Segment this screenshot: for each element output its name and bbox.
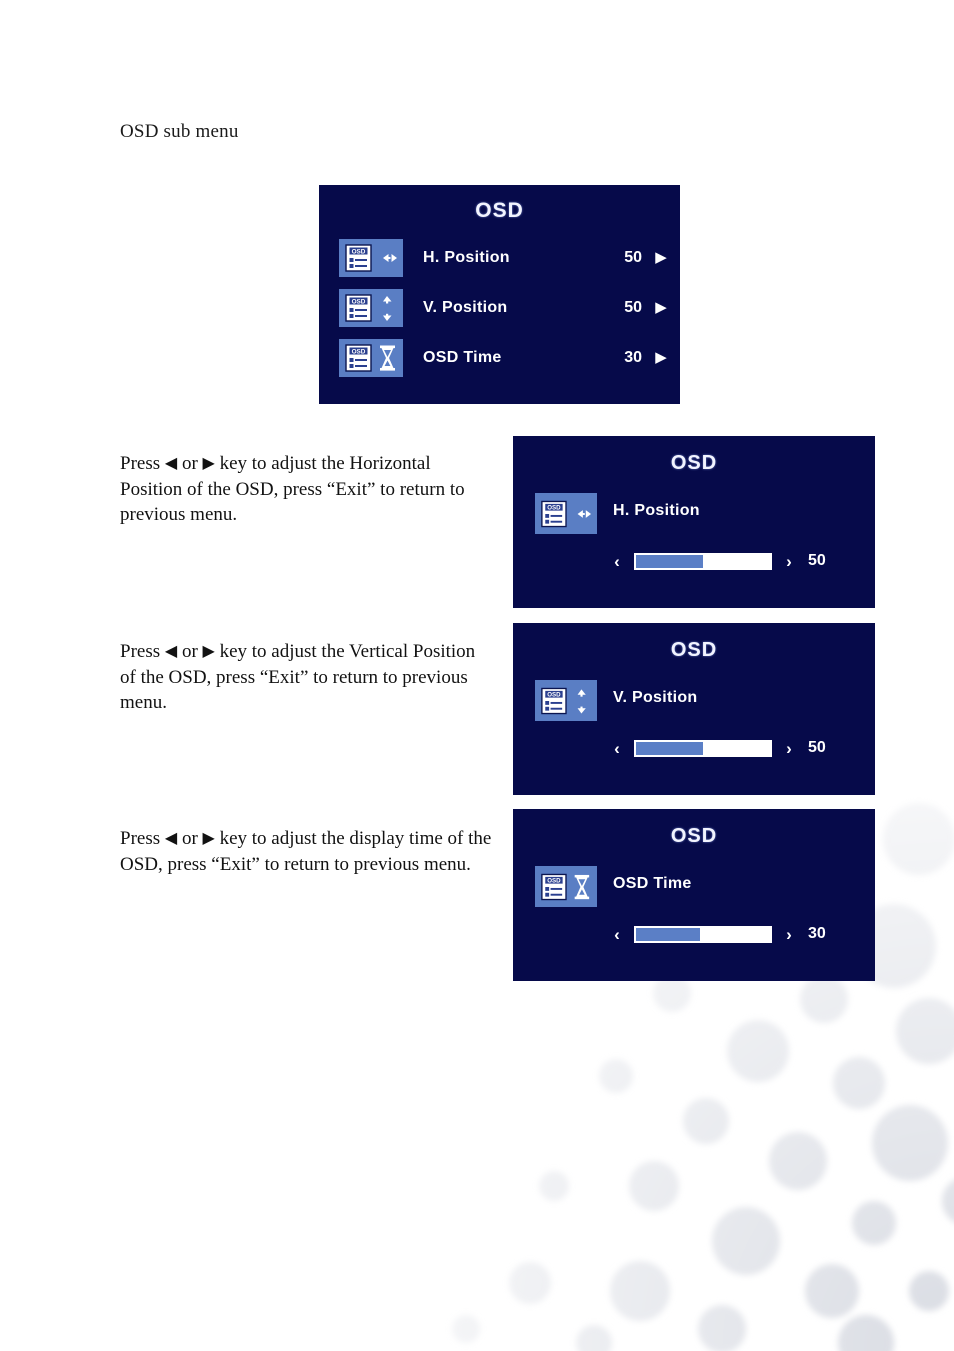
instruction-prefix: Press <box>120 453 165 474</box>
slider-fill <box>636 741 703 755</box>
chevron-right-icon[interactable]: ▶ <box>642 350 680 366</box>
menu-row-v-position[interactable]: OSD V. Position 50 ▶ <box>319 286 680 330</box>
osd-time-slider[interactable] <box>634 925 772 943</box>
h-position-value: 50 <box>808 552 826 569</box>
chevron-right-icon[interactable]: › <box>781 740 797 757</box>
chevron-left-icon[interactable]: ‹ <box>609 740 625 757</box>
menu-row-osd-time[interactable]: OSD OSD Time 30 ▶ <box>319 336 680 380</box>
left-arrow-glyph: ◀ <box>164 830 178 847</box>
chevron-left-icon[interactable]: ‹ <box>609 553 625 570</box>
svg-text:OSD: OSD <box>352 349 366 356</box>
svg-text:OSD: OSD <box>547 877 561 884</box>
menu-label-v-position: V. Position <box>423 299 508 316</box>
right-arrow-glyph: ▶ <box>202 643 215 660</box>
left-arrow-glyph: ◀ <box>164 643 178 660</box>
chevron-left-icon[interactable]: ‹ <box>609 926 625 943</box>
osd-vertical-position-icon: OSD <box>339 289 403 327</box>
v-position-slider-row[interactable]: ‹ › 50 <box>609 739 832 757</box>
osd-panel-label: V. Position <box>613 689 698 706</box>
osd-time-panel: OSD OSD OSD Time ‹ › 30 <box>513 809 875 981</box>
osd-horizontal-position-icon: OSD <box>339 239 403 277</box>
osd-time-value: 30 <box>808 925 826 942</box>
menu-label-osd-time: OSD Time <box>423 349 502 366</box>
instruction-h-position: Press ◀ or ▶ key to adjust the Horizonta… <box>120 451 492 528</box>
osd-panel-label: OSD Time <box>613 875 692 892</box>
osd-main-menu-panel: OSD OSD H. Position 50 ▶ OSD V. Position… <box>319 185 680 404</box>
chevron-right-icon[interactable]: ▶ <box>642 250 680 266</box>
menu-row-h-position[interactable]: OSD H. Position 50 ▶ <box>319 236 680 280</box>
osd-panel-title: OSD <box>670 452 718 474</box>
v-position-slider[interactable] <box>634 739 772 757</box>
chevron-right-icon[interactable]: › <box>781 926 797 943</box>
menu-value-osd-time: 30 <box>624 349 642 366</box>
chevron-right-icon[interactable]: › <box>781 553 797 570</box>
osd-time-slider-row[interactable]: ‹ › 30 <box>609 925 832 943</box>
osd-vertical-position-icon: OSD <box>535 680 597 721</box>
menu-value-h-position: 50 <box>624 249 642 266</box>
instruction-middle: or <box>177 828 203 849</box>
instruction-prefix: Press <box>120 828 165 849</box>
osd-horizontal-position-icon: OSD <box>535 493 597 534</box>
osd-menu-title: OSD <box>475 199 524 222</box>
right-arrow-glyph: ▶ <box>202 830 215 847</box>
instruction-osd-time: Press ◀ or ▶ key to adjust the display t… <box>120 826 492 877</box>
instruction-v-position: Press ◀ or ▶ key to adjust the Vertical … <box>120 639 492 716</box>
h-position-slider-row[interactable]: ‹ › 50 <box>609 552 832 570</box>
osd-panel-title: OSD <box>670 639 718 661</box>
osd-h-position-panel: OSD OSD H. Position ‹ › 50 <box>513 436 875 608</box>
svg-text:OSD: OSD <box>352 249 366 256</box>
left-arrow-glyph: ◀ <box>164 455 178 472</box>
h-position-slider[interactable] <box>634 552 772 570</box>
menu-value-v-position: 50 <box>624 299 642 316</box>
osd-time-hourglass-icon: OSD <box>339 339 403 377</box>
instruction-middle: or <box>177 453 203 474</box>
instruction-prefix: Press <box>120 641 165 662</box>
svg-text:OSD: OSD <box>352 299 366 306</box>
menu-label-h-position: H. Position <box>423 249 510 266</box>
v-position-value: 50 <box>808 739 826 756</box>
slider-fill <box>636 554 703 568</box>
osd-panel-title: OSD <box>670 825 718 847</box>
svg-text:OSD: OSD <box>547 691 561 698</box>
osd-v-position-panel: OSD OSD V. Position ‹ › 50 <box>513 623 875 795</box>
osd-time-hourglass-icon: OSD <box>535 866 597 907</box>
svg-text:OSD: OSD <box>547 504 561 511</box>
chevron-right-icon[interactable]: ▶ <box>642 300 680 316</box>
right-arrow-glyph: ▶ <box>202 455 215 472</box>
page-title: OSD sub menu <box>120 121 239 142</box>
osd-panel-label: H. Position <box>613 502 700 519</box>
slider-fill <box>636 927 701 941</box>
instruction-middle: or <box>177 641 203 662</box>
